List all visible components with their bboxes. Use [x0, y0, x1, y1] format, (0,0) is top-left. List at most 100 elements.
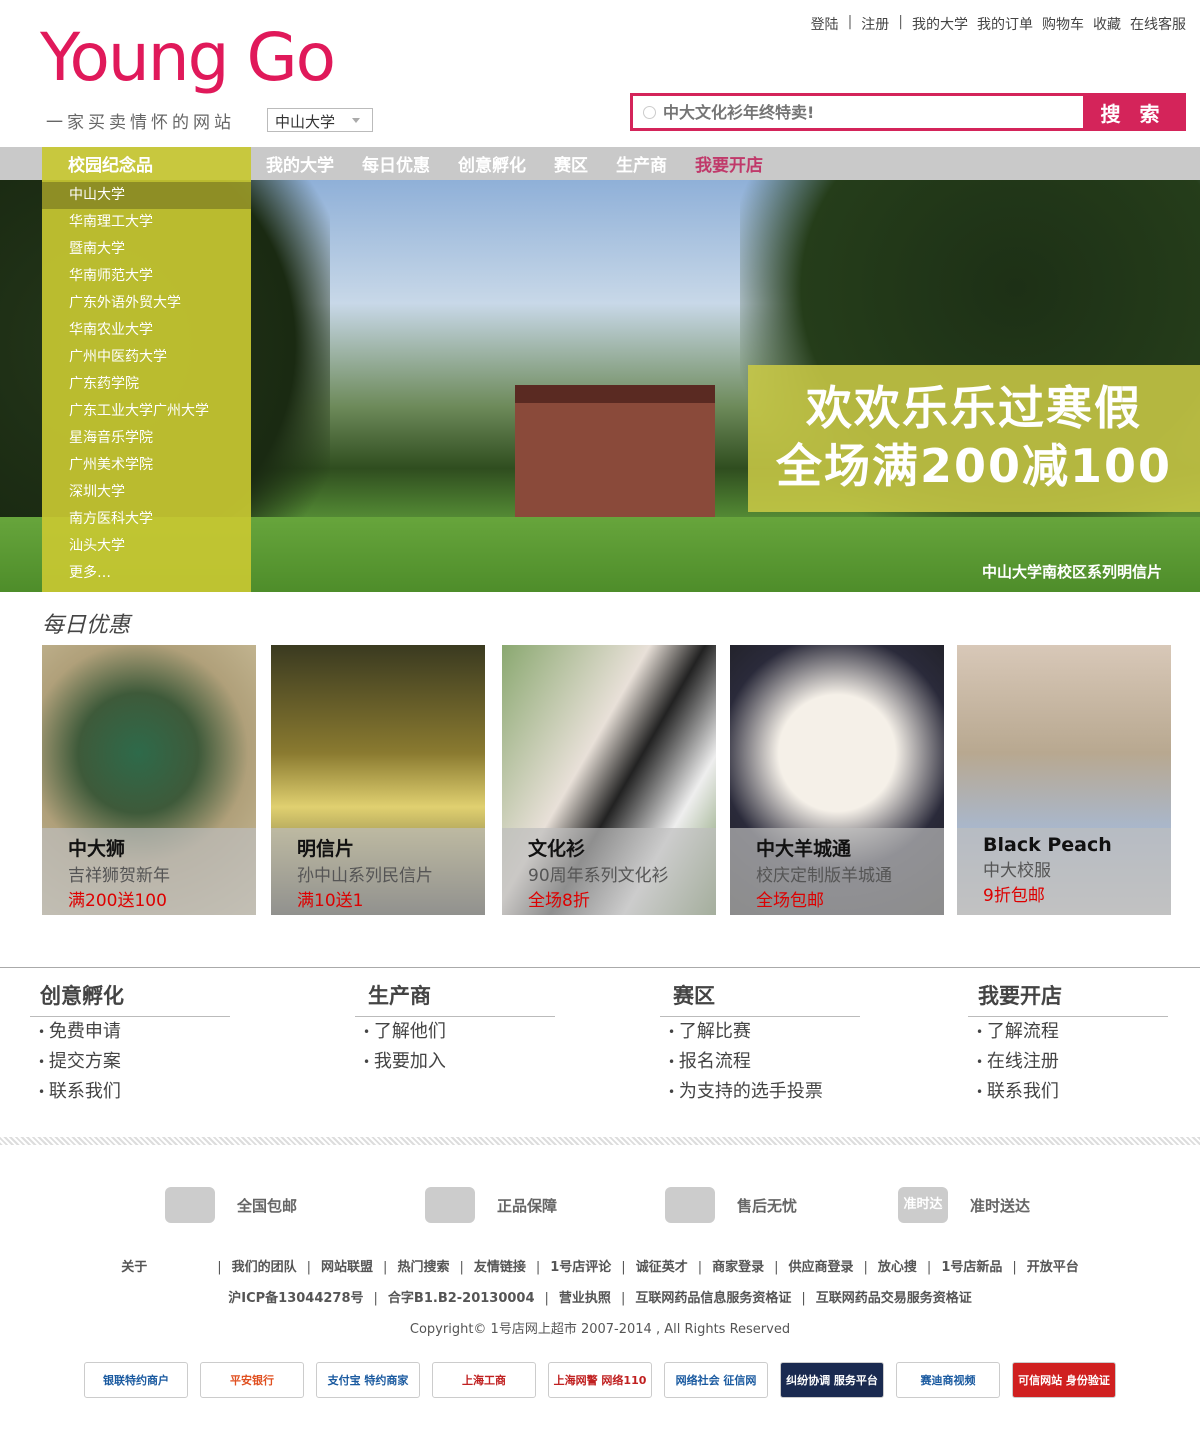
nav-open-shop[interactable]: 我要开店	[695, 151, 763, 176]
divider: |	[898, 14, 903, 30]
column-link[interactable]: 在线注册	[976, 1047, 1168, 1077]
feature-item: 全国包邮	[165, 1187, 297, 1223]
nav-my-university[interactable]: 我的大学	[266, 151, 334, 176]
divider: |	[621, 1260, 626, 1275]
sidebar-item[interactable]: 华南理工大学	[42, 209, 251, 236]
sidebar-item[interactable]: 更多…	[42, 560, 251, 587]
sidebar-item[interactable]: 华南农业大学	[42, 317, 251, 344]
product-desc: 校庆定制版羊城通	[756, 866, 892, 886]
footer-link[interactable]: 热门搜索	[397, 1260, 449, 1275]
trust-badge[interactable]: 可信网站 身份验证	[1012, 1362, 1116, 1398]
cart-link[interactable]: 购物车	[1042, 14, 1084, 34]
footer-link[interactable]: 放心搜	[878, 1260, 917, 1275]
product-name: 文化衫	[528, 838, 586, 860]
sidebar-item[interactable]: 广东药学院	[42, 371, 251, 398]
product-info: 中大狮 吉祥狮贺新年 满200送100	[42, 828, 256, 915]
divider: |	[620, 1291, 626, 1306]
login-link[interactable]: 登陆	[811, 14, 839, 34]
column-link[interactable]: 提交方案	[38, 1047, 230, 1077]
my-orders-link[interactable]: 我的订单	[977, 14, 1033, 34]
sidebar-item[interactable]: 南方医科大学	[42, 506, 251, 533]
divider: |	[774, 1260, 779, 1275]
product-card[interactable]: 中大狮 吉祥狮贺新年 满200送100	[42, 645, 256, 915]
footer-link[interactable]: 合字B1.B2-20130004	[388, 1291, 535, 1306]
footer-link[interactable]: 我们的团队	[232, 1260, 297, 1275]
register-link[interactable]: 注册	[861, 14, 889, 34]
footer-link[interactable]: 商家登录	[712, 1260, 764, 1275]
column-link[interactable]: 联系我们	[976, 1077, 1168, 1107]
sidebar-item[interactable]: 华南师范大学	[42, 263, 251, 290]
footer-link[interactable]: 沪ICP备13044278号	[228, 1291, 363, 1306]
campus-select[interactable]: 中山大学	[267, 108, 373, 132]
sidebar-item[interactable]: 汕头大学	[42, 533, 251, 560]
sidebar-item[interactable]: 星海音乐学院	[42, 425, 251, 452]
banner-promo[interactable]: 欢欢乐乐过寒假 全场满200减100	[748, 365, 1200, 512]
nav-category-souvenirs[interactable]: 校园纪念品	[42, 147, 251, 180]
footer-link[interactable]: 友情链接	[474, 1260, 526, 1275]
trust-badge[interactable]: 网络社会 征信网	[664, 1362, 768, 1398]
section-title: 每日优惠	[42, 613, 131, 638]
sidebar-item[interactable]: 广州中医药大学	[42, 344, 251, 371]
column-link[interactable]: 联系我们	[38, 1077, 230, 1107]
product-card[interactable]: 文化衫 90周年系列文化衫 全场8折	[502, 645, 716, 915]
trust-badge[interactable]: 赛迪商视频	[896, 1362, 1000, 1398]
search-button[interactable]: 搜 索	[1083, 96, 1183, 128]
nav-contest[interactable]: 赛区	[554, 151, 588, 176]
feature-item: 准时达 准时送达	[898, 1187, 1030, 1223]
footer-link[interactable]: 1号店评论	[550, 1260, 611, 1275]
column-link[interactable]: 报名流程	[668, 1047, 860, 1077]
footer-links: 关于 | 我们的团队 | 网站联盟 | 热门搜索 | 友情链接 | 1号店评论 | 诚征英才 | 商家登录 |…	[0, 1256, 1200, 1275]
shield-icon	[425, 1187, 475, 1223]
column-link[interactable]: 了解比赛	[668, 1017, 860, 1047]
logo[interactable]: Young Go	[40, 18, 336, 98]
footer-link[interactable]: 互联网药品信息服务资格证	[635, 1291, 791, 1306]
trust-badge[interactable]: 银联特约商户	[84, 1362, 188, 1398]
footer-link[interactable]: 关于	[121, 1260, 147, 1275]
product-info: 明信片 孙中山系列民信片 满10送1	[271, 828, 485, 915]
footer-link[interactable]: 互联网药品交易服务资格证	[816, 1291, 972, 1306]
favorites-link[interactable]: 收藏	[1093, 14, 1121, 34]
trust-badge[interactable]: 上海网警 网络110	[548, 1362, 652, 1398]
column-link[interactable]: 了解流程	[976, 1017, 1168, 1047]
column-link[interactable]: 我要加入	[363, 1047, 555, 1077]
feature-label: 全国包邮	[237, 1196, 298, 1215]
product-card[interactable]: 明信片 孙中山系列民信片 满10送1	[271, 645, 485, 915]
sidebar-item[interactable]: 中山大学	[42, 182, 251, 209]
trust-badges: 银联特约商户 平安银行 支付宝 特约商家 上海工商 上海网警 网络110 网络社会 征信网…	[84, 1362, 1116, 1398]
divider: |	[801, 1291, 806, 1306]
footer-link[interactable]: 营业执照	[559, 1291, 611, 1306]
trust-badge[interactable]: 支付宝 特约商家	[316, 1362, 420, 1398]
nav-incubation[interactable]: 创意孵化	[458, 151, 526, 176]
column-link[interactable]: 免费申请	[38, 1017, 230, 1047]
footer-link[interactable]: 供应商登录	[789, 1260, 854, 1275]
product-desc: 中大校服	[983, 861, 1051, 881]
customer-service-link[interactable]: 在线客服	[1130, 14, 1186, 34]
column-list: 免费申请提交方案联系我们	[30, 1017, 230, 1107]
product-promo: 全场8折	[528, 891, 590, 911]
sidebar-item[interactable]: 深圳大学	[42, 479, 251, 506]
sidebar-item[interactable]: 广东外语外贸大学	[42, 290, 251, 317]
feature-label: 正品保障	[497, 1196, 558, 1215]
nav-daily-deals[interactable]: 每日优惠	[362, 151, 430, 176]
product-card[interactable]: Black Peach 中大校服 9折包邮	[957, 645, 1171, 915]
sidebar-item[interactable]: 广东工业大学广州大学	[42, 398, 251, 425]
search-input[interactable]	[633, 96, 1083, 128]
footer-link[interactable]: 开放平台	[1027, 1260, 1079, 1275]
feature-label: 准时送达	[970, 1196, 1031, 1215]
sidebar-item[interactable]: 广州美术学院	[42, 452, 251, 479]
my-university-link[interactable]: 我的大学	[912, 14, 968, 34]
trust-badge[interactable]: 纠纷协调 服务平台	[780, 1362, 884, 1398]
column-link[interactable]: 为支持的选手投票	[668, 1077, 860, 1107]
nav-producers[interactable]: 生产商	[616, 151, 667, 176]
trust-badge[interactable]: 平安银行	[200, 1362, 304, 1398]
column-link[interactable]: 了解他们	[363, 1017, 555, 1047]
sidebar-item[interactable]: 暨南大学	[42, 236, 251, 263]
product-info: Black Peach 中大校服 9折包邮	[957, 828, 1171, 915]
footer-link[interactable]: 1号店新品	[941, 1260, 1002, 1275]
column-list: 了解比赛报名流程为支持的选手投票	[660, 1017, 860, 1107]
trust-badge[interactable]: 上海工商	[432, 1362, 536, 1398]
footer-link[interactable]: 诚征英才	[636, 1260, 688, 1275]
product-card[interactable]: 中大羊城通 校庆定制版羊城通 全场包邮	[730, 645, 944, 915]
link-column: 赛区了解比赛报名流程为支持的选手投票	[660, 980, 860, 1107]
footer-link[interactable]: 网站联盟	[321, 1260, 373, 1275]
